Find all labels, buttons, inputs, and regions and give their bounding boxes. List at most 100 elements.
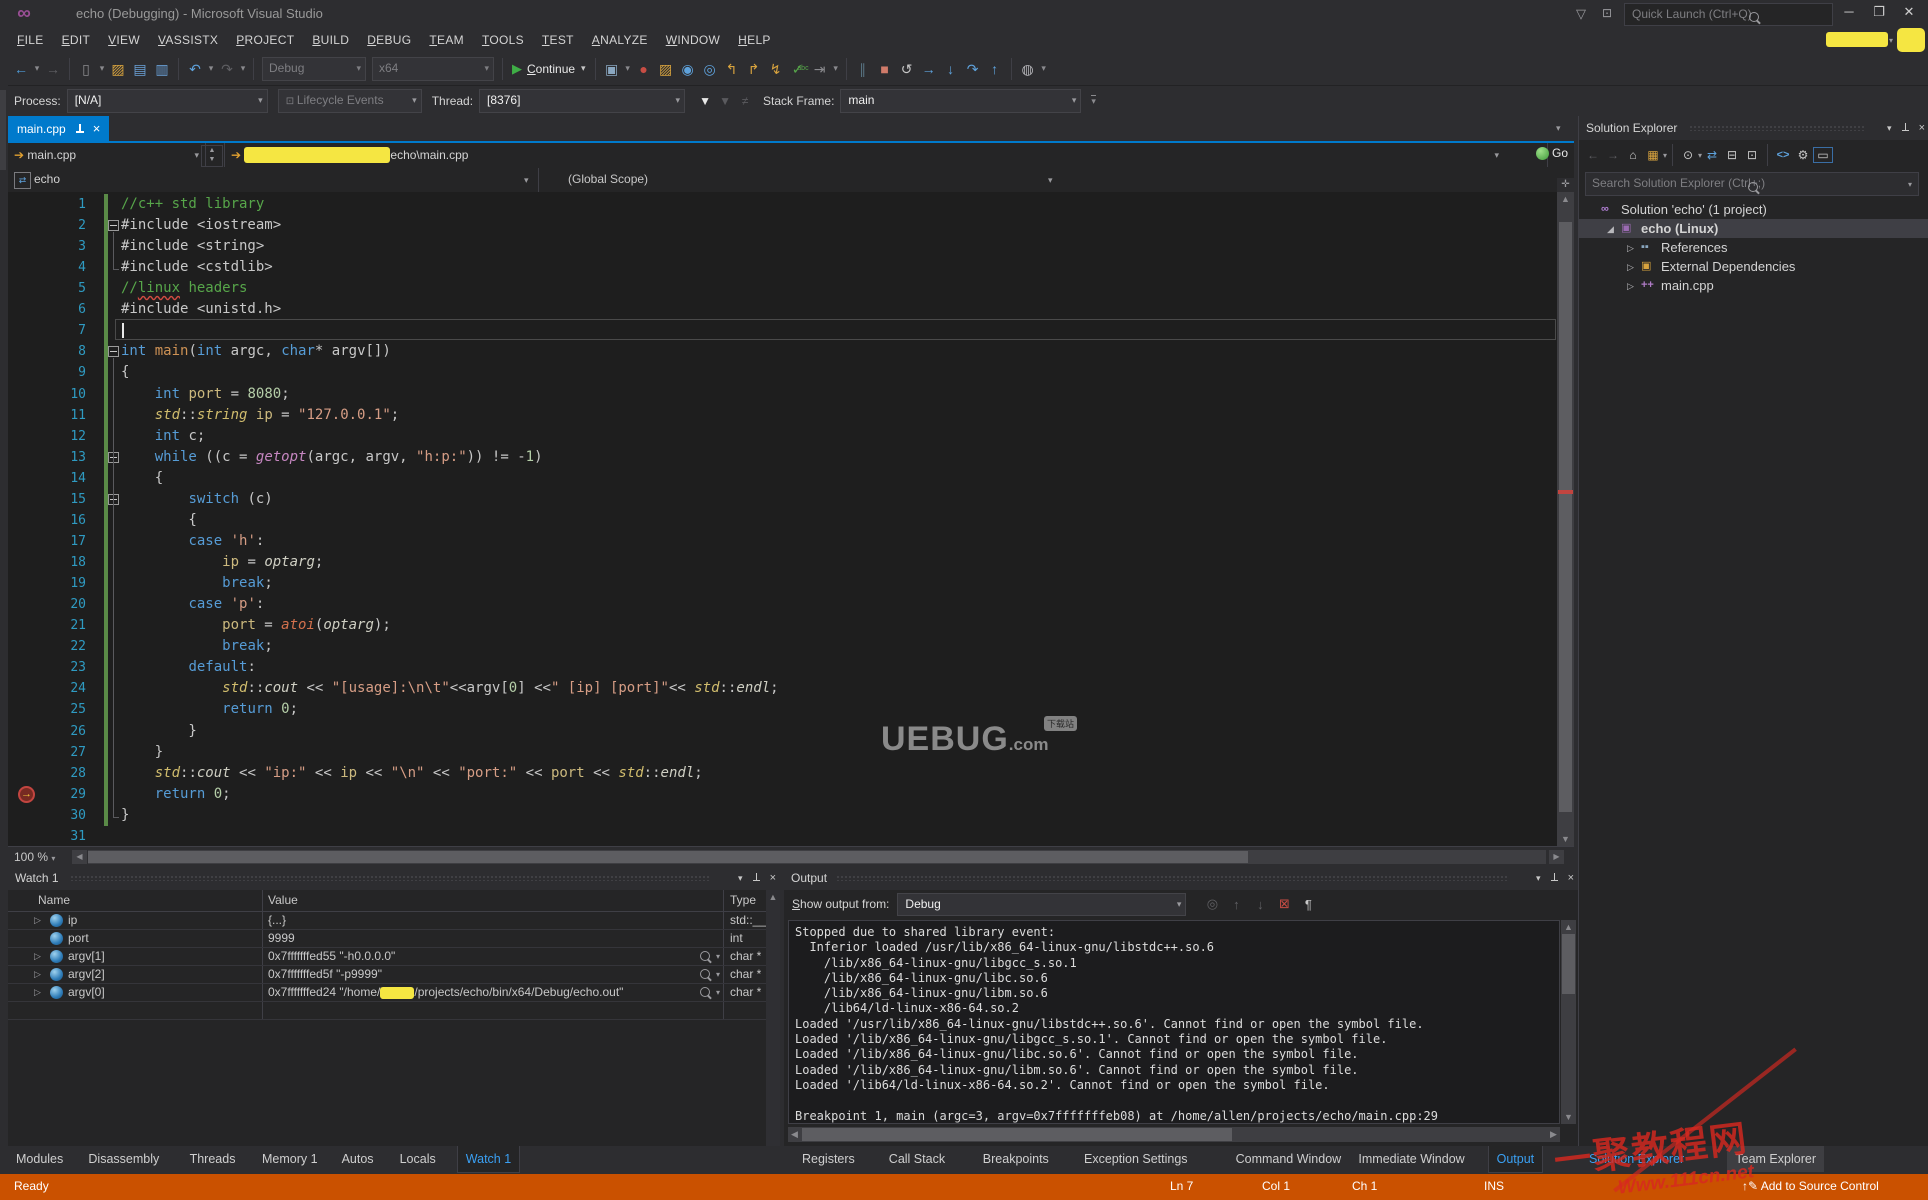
scroll-down-icon[interactable]: ▼ xyxy=(1557,832,1574,846)
nav-forward-icon[interactable]: → xyxy=(42,57,64,81)
save-all-icon[interactable]: ▥ xyxy=(151,57,173,81)
output-source-combo[interactable]: Debug ▾ xyxy=(897,892,1187,916)
close-icon[interactable]: × xyxy=(1568,866,1574,890)
switch-views-icon[interactable]: ▦ xyxy=(1643,148,1663,162)
pause-icon[interactable]: ∥ xyxy=(852,57,874,81)
pin-icon[interactable] xyxy=(1901,122,1910,134)
magnifier-icon[interactable] xyxy=(700,969,710,979)
home-icon[interactable]: ⌂ xyxy=(1623,148,1643,162)
pin-icon[interactable] xyxy=(752,872,761,884)
watch-column-header-value[interactable]: Value xyxy=(268,890,298,911)
show-next-statement-icon[interactable]: → xyxy=(918,57,940,81)
attach-caret[interactable]: ▾ xyxy=(623,63,633,74)
breakpoint-marker-icon[interactable]: → xyxy=(18,785,35,803)
watch-row[interactable]: ▷ argv[0] 0x7fffffffed24 "/home//projects/… xyxy=(8,984,780,1002)
panel-tab-modules[interactable]: Modules xyxy=(8,1146,71,1172)
expand-icon[interactable]: ▷ xyxy=(34,984,41,1001)
scroll-right-icon[interactable]: ▶ xyxy=(1547,1127,1560,1142)
panel-tab-watch-1[interactable]: Watch 1 xyxy=(456,1146,521,1173)
find-icon[interactable]: ◉ xyxy=(677,57,699,81)
menu-item-build[interactable]: BUILD xyxy=(303,29,358,51)
preview-selected-items-icon[interactable]: ▭ xyxy=(1813,147,1834,163)
panel-tab-registers[interactable]: Registers xyxy=(794,1146,863,1172)
solution-search-input[interactable]: Search Solution Explorer (Ctrl+;) ▾ xyxy=(1585,172,1919,196)
copy-icon[interactable]: ⊡ xyxy=(1742,148,1762,162)
scroll-down-icon[interactable]: ▼ xyxy=(1561,1110,1576,1124)
process-combo[interactable]: [N/A] ▾ xyxy=(66,89,268,113)
menu-item-tools[interactable]: TOOLS xyxy=(473,29,533,51)
watch-row[interactable]: ▷ argv[1] 0x7fffffffed55 "-h0.0.0.0" ▾ char … xyxy=(8,948,780,966)
find-message-icon[interactable]: ◎ xyxy=(1200,896,1224,912)
notifications-filter-icon[interactable]: ▽ xyxy=(1576,6,1586,22)
collapse-all-icon[interactable]: ⊟ xyxy=(1722,148,1742,162)
undo-caret[interactable]: ▾ xyxy=(206,63,216,74)
window-position-chevron-icon[interactable]: ▾ xyxy=(738,866,743,890)
editor-vertical-scrollbar[interactable]: ▲ ▼ xyxy=(1557,192,1574,846)
menu-item-edit[interactable]: EDIT xyxy=(53,29,100,51)
tab-main-cpp[interactable]: main.cpp × xyxy=(8,116,110,141)
output-vertical-scrollbar[interactable]: ▲ ▼ xyxy=(1561,920,1576,1124)
solution-explorer-title-bar[interactable]: Solution Explorer ▾ × xyxy=(1579,116,1928,140)
output-panel-title-bar[interactable]: Output ▾ × xyxy=(784,866,1578,890)
chevron-down-icon[interactable]: ▾ xyxy=(716,966,720,983)
sync-with-active-document-icon[interactable]: ⇄ xyxy=(1702,148,1722,162)
magnifier-icon[interactable] xyxy=(700,951,710,961)
menu-item-window[interactable]: WINDOW xyxy=(657,29,729,51)
restart-icon[interactable]: ↺ xyxy=(896,57,918,81)
watch-scrollbar[interactable]: ▲ xyxy=(766,890,780,1146)
step-out-icon[interactable]: ↑ xyxy=(984,57,1006,81)
output-log[interactable]: Stopped due to shared library event: Inf… xyxy=(788,920,1560,1124)
side-tab-solution-explorer[interactable]: Solution Explorer xyxy=(1581,1146,1692,1172)
maximize-button[interactable]: ❐ xyxy=(1864,0,1894,24)
back-icon[interactable]: ← xyxy=(1583,148,1603,162)
new-file-caret[interactable]: ▾ xyxy=(97,63,107,74)
chevron-down-icon[interactable]: ▾ xyxy=(716,948,720,965)
editor-horizontal-scrollbar[interactable] xyxy=(88,850,1546,864)
menu-item-project[interactable]: PROJECT xyxy=(227,29,303,51)
menu-item-help[interactable]: HELP xyxy=(729,29,780,51)
filter-threads-icon[interactable]: ▼ xyxy=(695,94,715,108)
panel-tab-output[interactable]: Output xyxy=(1487,1146,1544,1173)
menu-item-test[interactable]: TEST xyxy=(533,29,583,51)
watch-empty-row[interactable] xyxy=(8,1002,780,1020)
fold-collapse-box[interactable] xyxy=(108,220,119,232)
scrollbar-thumb[interactable] xyxy=(88,851,1248,863)
pending-changes-filter-icon[interactable]: ⊙ xyxy=(1678,148,1698,162)
scroll-left-icon[interactable]: ◀ xyxy=(788,1127,801,1142)
va-nav-back-icon[interactable]: ↰ xyxy=(721,57,743,81)
tree-item-main-cpp[interactable]: ▷ ++ main.cpp xyxy=(1579,276,1928,295)
open-file-icon[interactable]: ▨ xyxy=(107,57,129,81)
panel-tab-command-window[interactable]: Command Window xyxy=(1228,1146,1350,1172)
solution-config-combo[interactable]: Debug ▾ xyxy=(262,56,366,81)
attach-process-icon[interactable]: ▣ xyxy=(601,57,623,81)
toolbar-overflow-icon[interactable]: ▾ xyxy=(1091,95,1096,107)
previous-message-icon[interactable]: ↑ xyxy=(1224,897,1248,912)
watch-column-header-name[interactable]: Name xyxy=(38,890,70,911)
nav-back-icon[interactable]: ← xyxy=(10,57,32,81)
menu-item-file[interactable]: FILE xyxy=(8,29,53,51)
breakpoints-window-icon[interactable]: ● xyxy=(633,57,655,81)
hex-display-icon[interactable]: ◍ xyxy=(1017,57,1039,81)
close-button[interactable]: ✕ xyxy=(1894,0,1924,24)
panel-tab-immediate-window[interactable]: Immediate Window xyxy=(1350,1146,1472,1172)
menu-item-team[interactable]: TEAM xyxy=(420,29,473,51)
expand-icon[interactable]: ▷ xyxy=(34,966,41,983)
tree-item-solution-echo-1-project-[interactable]: ∞ Solution 'echo' (1 project) xyxy=(1579,200,1928,219)
filter-flagged-icon[interactable]: ▼ xyxy=(715,94,735,108)
scroll-up-icon[interactable]: ▲ xyxy=(766,890,780,904)
magnifier-icon[interactable] xyxy=(700,987,710,997)
scrollbar-thumb[interactable] xyxy=(1562,934,1575,994)
step-into-icon[interactable]: ↓ xyxy=(940,57,962,81)
next-message-icon[interactable]: ↓ xyxy=(1248,897,1272,912)
show-all-files-icon[interactable]: <> xyxy=(1773,149,1793,161)
watch-row[interactable]: port 9999 int xyxy=(8,930,780,948)
lifecycle-events-button[interactable]: ⊡ Lifecycle Events ▾ xyxy=(277,89,422,113)
expand-icon[interactable]: ▷ xyxy=(34,912,41,929)
minimize-button[interactable]: ─ xyxy=(1834,0,1864,24)
chevron-down-icon[interactable]: ▾ xyxy=(716,984,720,1001)
output-horizontal-scrollbar[interactable]: ◀ ▶ xyxy=(788,1127,1560,1142)
panel-tab-call-stack[interactable]: Call Stack xyxy=(881,1146,953,1172)
memory-window-icon[interactable]: ▨ xyxy=(655,57,677,81)
close-icon[interactable]: × xyxy=(1919,116,1925,140)
stop-icon[interactable]: ■ xyxy=(874,57,896,81)
